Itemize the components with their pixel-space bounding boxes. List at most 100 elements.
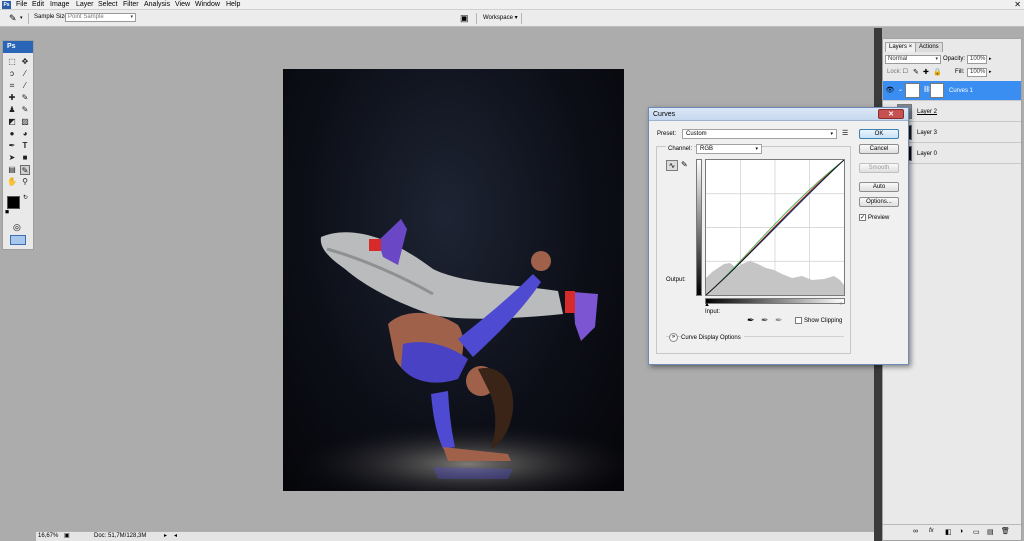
pen-tool-icon[interactable]: ✒	[7, 141, 17, 151]
opacity-label: Opacity:	[943, 56, 966, 62]
menu-window[interactable]: Window	[195, 1, 220, 9]
screen-mode-icon[interactable]	[10, 235, 26, 245]
eraser-tool-icon[interactable]: ◩	[7, 117, 17, 127]
type-tool-icon[interactable]: T	[20, 141, 30, 151]
gray-eyedropper-icon[interactable]: ✒	[761, 315, 769, 326]
status-info-icon[interactable]: ▣	[64, 532, 70, 541]
layer-style-icon[interactable]: fx	[929, 528, 934, 534]
eyedropper-tool-icon[interactable]: ✎	[20, 165, 30, 175]
tab-actions[interactable]: Actions	[915, 42, 943, 52]
show-clipping-label: Show Clipping	[804, 318, 843, 324]
move-tool-icon[interactable]: ✥	[20, 57, 30, 67]
close-icon[interactable]: ✕	[878, 109, 904, 119]
brush-tool-icon[interactable]: ✎	[20, 93, 30, 103]
menu-layer[interactable]: Layer	[76, 1, 94, 9]
white-point-slider-icon[interactable]: ○	[839, 301, 843, 307]
tools-panel: Ps ⬚ ✥ ↄ ⁄ ⌗ ⁄ ✚ ✎ ♟ ✎ ◩ ▨ ● ◕ ✒ T ➤ ■ ▤…	[2, 40, 34, 250]
status-menu-arrow-icon[interactable]: ▸	[164, 532, 167, 541]
add-mask-icon[interactable]: ◧	[945, 528, 952, 536]
trash-icon[interactable]: 🗑	[1001, 527, 1010, 535]
adjustment-layer-icon[interactable]: ◑	[959, 528, 963, 535]
document-size: Doc: 51,7M/128,3M	[94, 533, 147, 539]
preview-checkbox[interactable]: ✓	[859, 214, 866, 221]
smooth-button[interactable]: Smooth	[859, 163, 899, 173]
show-clipping-checkbox[interactable]	[795, 317, 802, 324]
menu-edit[interactable]: Edit	[32, 1, 44, 9]
layer-name: Curves 1	[949, 88, 974, 94]
preset-dropdown[interactable]: Custom ▾	[682, 129, 837, 139]
crop-tool-icon[interactable]: ⌗	[7, 81, 17, 91]
cancel-button[interactable]: Cancel	[859, 144, 899, 154]
divider	[521, 13, 522, 24]
hand-tool-icon[interactable]: ✋	[7, 177, 17, 187]
default-colors-icon[interactable]: ◼	[5, 209, 9, 215]
zoom-level[interactable]: 16,67%	[38, 532, 58, 541]
channel-dropdown[interactable]: RGB ▾	[696, 144, 762, 154]
layer-row-curves-1[interactable]: 👁 ⌄ ⛓ Curves 1	[883, 81, 1021, 101]
chevron-down-icon: ▾	[935, 56, 938, 62]
lock-position-icon[interactable]: ✚	[923, 68, 929, 76]
workspace-menu[interactable]: Workspace ▾	[483, 14, 518, 21]
marquee-tool-icon[interactable]: ⬚	[7, 57, 17, 67]
lock-all-icon[interactable]: 🔒	[933, 68, 942, 76]
edit-points-curve-icon[interactable]: ∿	[666, 160, 678, 171]
menu-view[interactable]: View	[175, 1, 190, 9]
curve-display-options-label[interactable]: Curve Display Options	[681, 334, 744, 342]
ok-button[interactable]: OK	[859, 129, 899, 139]
tab-layers[interactable]: Layers ×	[885, 42, 917, 52]
lock-image-icon[interactable]: ✎	[913, 68, 919, 76]
sample-size-dropdown[interactable]: Point Sample ▾	[65, 13, 136, 22]
blur-tool-icon[interactable]: ●	[7, 129, 17, 139]
menu-filter[interactable]: Filter	[123, 1, 139, 9]
menu-bar: Ps File Edit Image Layer Select Filter A…	[0, 0, 1024, 10]
foreground-color-swatch[interactable]	[7, 196, 20, 209]
chevron-down-icon[interactable]: ▾	[20, 15, 23, 21]
new-layer-icon[interactable]: ▤	[987, 528, 994, 536]
canvas-image[interactable]	[283, 69, 624, 491]
quick-mask-icon[interactable]: ◎	[13, 222, 21, 233]
path-selection-icon[interactable]: ➤	[7, 153, 17, 163]
black-eyedropper-icon[interactable]: ✒	[747, 315, 755, 326]
swap-colors-icon[interactable]: ↻	[23, 194, 28, 201]
new-group-icon[interactable]: ▭	[973, 528, 980, 536]
fill-slider-icon[interactable]: ▸	[989, 69, 992, 75]
menu-image[interactable]: Image	[50, 1, 69, 9]
pencil-draw-icon[interactable]: ✎	[681, 160, 688, 169]
layer-name: Layer 0	[917, 151, 938, 157]
curves-graph[interactable]	[705, 159, 845, 296]
close-icon[interactable]: ✕	[1014, 0, 1021, 10]
link-layers-icon[interactable]: ∞	[913, 528, 918, 535]
white-eyedropper-icon[interactable]: ✒	[775, 315, 783, 326]
camera-icon[interactable]: ▣	[460, 13, 469, 24]
preset-options-icon[interactable]: ☰	[842, 130, 848, 138]
slice-tool-icon[interactable]: ⁄	[20, 81, 30, 91]
auto-button[interactable]: Auto	[859, 182, 899, 192]
shape-tool-icon[interactable]: ■	[20, 153, 30, 163]
menu-help[interactable]: Help	[226, 1, 240, 9]
blend-mode-dropdown[interactable]: Normal ▾	[885, 55, 941, 64]
dodge-tool-icon[interactable]: ◕	[20, 129, 30, 139]
eyedropper-tool-icon[interactable]: ✎	[9, 13, 17, 24]
lock-transparency-icon[interactable]: □	[903, 68, 907, 75]
expand-chevron-icon[interactable]: »	[669, 333, 678, 342]
scroll-left-icon[interactable]: ◂	[174, 532, 177, 541]
notes-tool-icon[interactable]: ▤	[7, 165, 17, 175]
menu-select[interactable]: Select	[98, 1, 117, 9]
opacity-slider-icon[interactable]: ▸	[989, 56, 992, 62]
history-brush-icon[interactable]: ✎	[20, 105, 30, 115]
eye-icon[interactable]: 👁	[885, 85, 895, 96]
menu-file[interactable]: File	[16, 1, 27, 9]
link-icon: ⌄	[898, 87, 904, 93]
fill-field[interactable]: 100%	[967, 68, 987, 77]
input-gradient-bar	[705, 298, 845, 304]
gradient-tool-icon[interactable]: ▨	[20, 117, 30, 127]
lasso-tool-icon[interactable]: ↄ	[7, 69, 17, 79]
magic-wand-tool-icon[interactable]: ⁄	[20, 69, 30, 79]
clone-stamp-icon[interactable]: ♟	[7, 105, 17, 115]
opacity-field[interactable]: 100%	[967, 55, 987, 64]
divider	[476, 13, 477, 24]
menu-analysis[interactable]: Analysis	[144, 1, 170, 9]
healing-brush-icon[interactable]: ✚	[7, 93, 17, 103]
options-button[interactable]: Options...	[859, 197, 899, 207]
zoom-tool-icon[interactable]: ⚲	[20, 177, 30, 187]
